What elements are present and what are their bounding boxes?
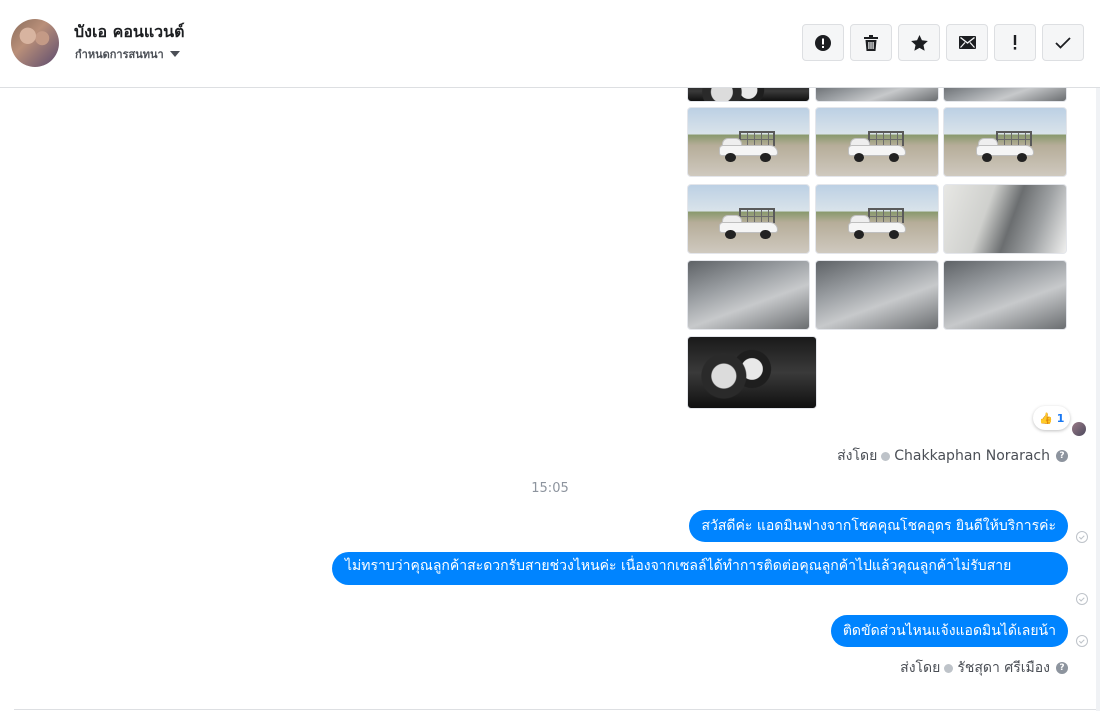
outgoing-message-bubble[interactable]: สวัสดีค่ะ แอดมินฟางจากโชคคุณโชคอุดร ยินด…: [689, 510, 1068, 542]
seen-status-icon: [1076, 635, 1088, 647]
truck-image: [975, 131, 1035, 163]
attachment-photo[interactable]: [943, 107, 1067, 177]
mark-done-button[interactable]: [1042, 24, 1084, 61]
star-button[interactable]: [898, 24, 940, 61]
contact-name[interactable]: บังเอ คอนแวนต์: [74, 20, 185, 45]
outgoing-message-bubble[interactable]: ติดขัดส่วนไหนแจ้งแอดมินได้เลยน้า: [830, 615, 1068, 647]
mark-spam-button[interactable]: [802, 24, 844, 61]
assign-conversation-dropdown[interactable]: กำหนดการสนทนา: [75, 45, 180, 63]
sender-name[interactable]: Chakkaphan Norarach: [894, 448, 1050, 464]
checkmark-icon: [1055, 36, 1071, 49]
contact-avatar[interactable]: [11, 19, 59, 67]
thumbs-up-icon: 👍: [1039, 411, 1053, 425]
truck-image: [847, 131, 907, 163]
sent-by-prefix: ส่งโดย: [837, 448, 878, 464]
sender-name[interactable]: รัชสุดา ศรีเมือง: [957, 657, 1050, 679]
attachment-photo[interactable]: [815, 184, 939, 254]
sent-by-label: ส่งโดย Chakkaphan Norarach ?: [837, 445, 1068, 467]
attachment-photo[interactable]: [943, 88, 1067, 102]
sent-by-label: ส่งโดย รัชสุดา ศรีเมือง ?: [900, 657, 1068, 679]
follow-up-button[interactable]: [994, 24, 1036, 61]
header-actions: [802, 24, 1084, 61]
star-icon: [910, 34, 928, 51]
attachment-photo[interactable]: [815, 260, 939, 330]
delete-button[interactable]: [850, 24, 892, 61]
sent-by-prefix: ส่งโดย: [900, 660, 941, 676]
attachment-photo[interactable]: [687, 336, 817, 409]
help-icon[interactable]: ?: [1056, 662, 1068, 674]
reaction-count: 1: [1056, 411, 1065, 425]
attachment-photo[interactable]: [687, 88, 810, 102]
verified-icon: [944, 663, 954, 673]
reaction-badge[interactable]: 👍 1: [1033, 406, 1071, 430]
conversation-header: บังเอ คอนแวนต์ กำหนดการสนทนา: [0, 0, 1100, 88]
truck-image: [847, 208, 907, 240]
attachment-photo[interactable]: [943, 184, 1067, 254]
verified-icon: [881, 451, 891, 461]
message-timestamp: 15:05: [531, 481, 569, 496]
truck-image: [719, 208, 778, 240]
thread-scrollbar[interactable]: [1096, 88, 1100, 711]
mark-unread-button[interactable]: [946, 24, 988, 61]
attachment-photo[interactable]: [687, 260, 810, 330]
composer-divider: [14, 709, 1100, 710]
message-thread[interactable]: 👍 1 ส่งโดย Chakkaphan Norarach ? 15:05 ส…: [0, 88, 1100, 711]
truck-image: [719, 131, 778, 163]
attachment-photo[interactable]: [815, 88, 939, 102]
alert-circle-icon: [815, 34, 831, 51]
seen-status-icon: [1076, 593, 1088, 605]
attachment-photo[interactable]: [815, 107, 939, 177]
outgoing-message-bubble[interactable]: ไม่ทราบว่าคุณลูกค้าสะดวกรับสายช่วงไหนค่ะ…: [332, 552, 1068, 585]
exclamation-icon: [1013, 35, 1017, 50]
attachment-photo[interactable]: [687, 184, 810, 254]
trash-icon: [864, 34, 878, 51]
attachment-photo[interactable]: [943, 260, 1067, 330]
seen-status-icon: [1076, 531, 1088, 543]
help-icon[interactable]: ?: [1056, 450, 1068, 462]
envelope-icon: [958, 36, 976, 49]
reactor-avatar: [1072, 422, 1086, 436]
caret-down-icon: [169, 51, 180, 57]
assign-conversation-label: กำหนดการสนทนา: [75, 48, 164, 61]
attachment-photo[interactable]: [687, 107, 810, 177]
